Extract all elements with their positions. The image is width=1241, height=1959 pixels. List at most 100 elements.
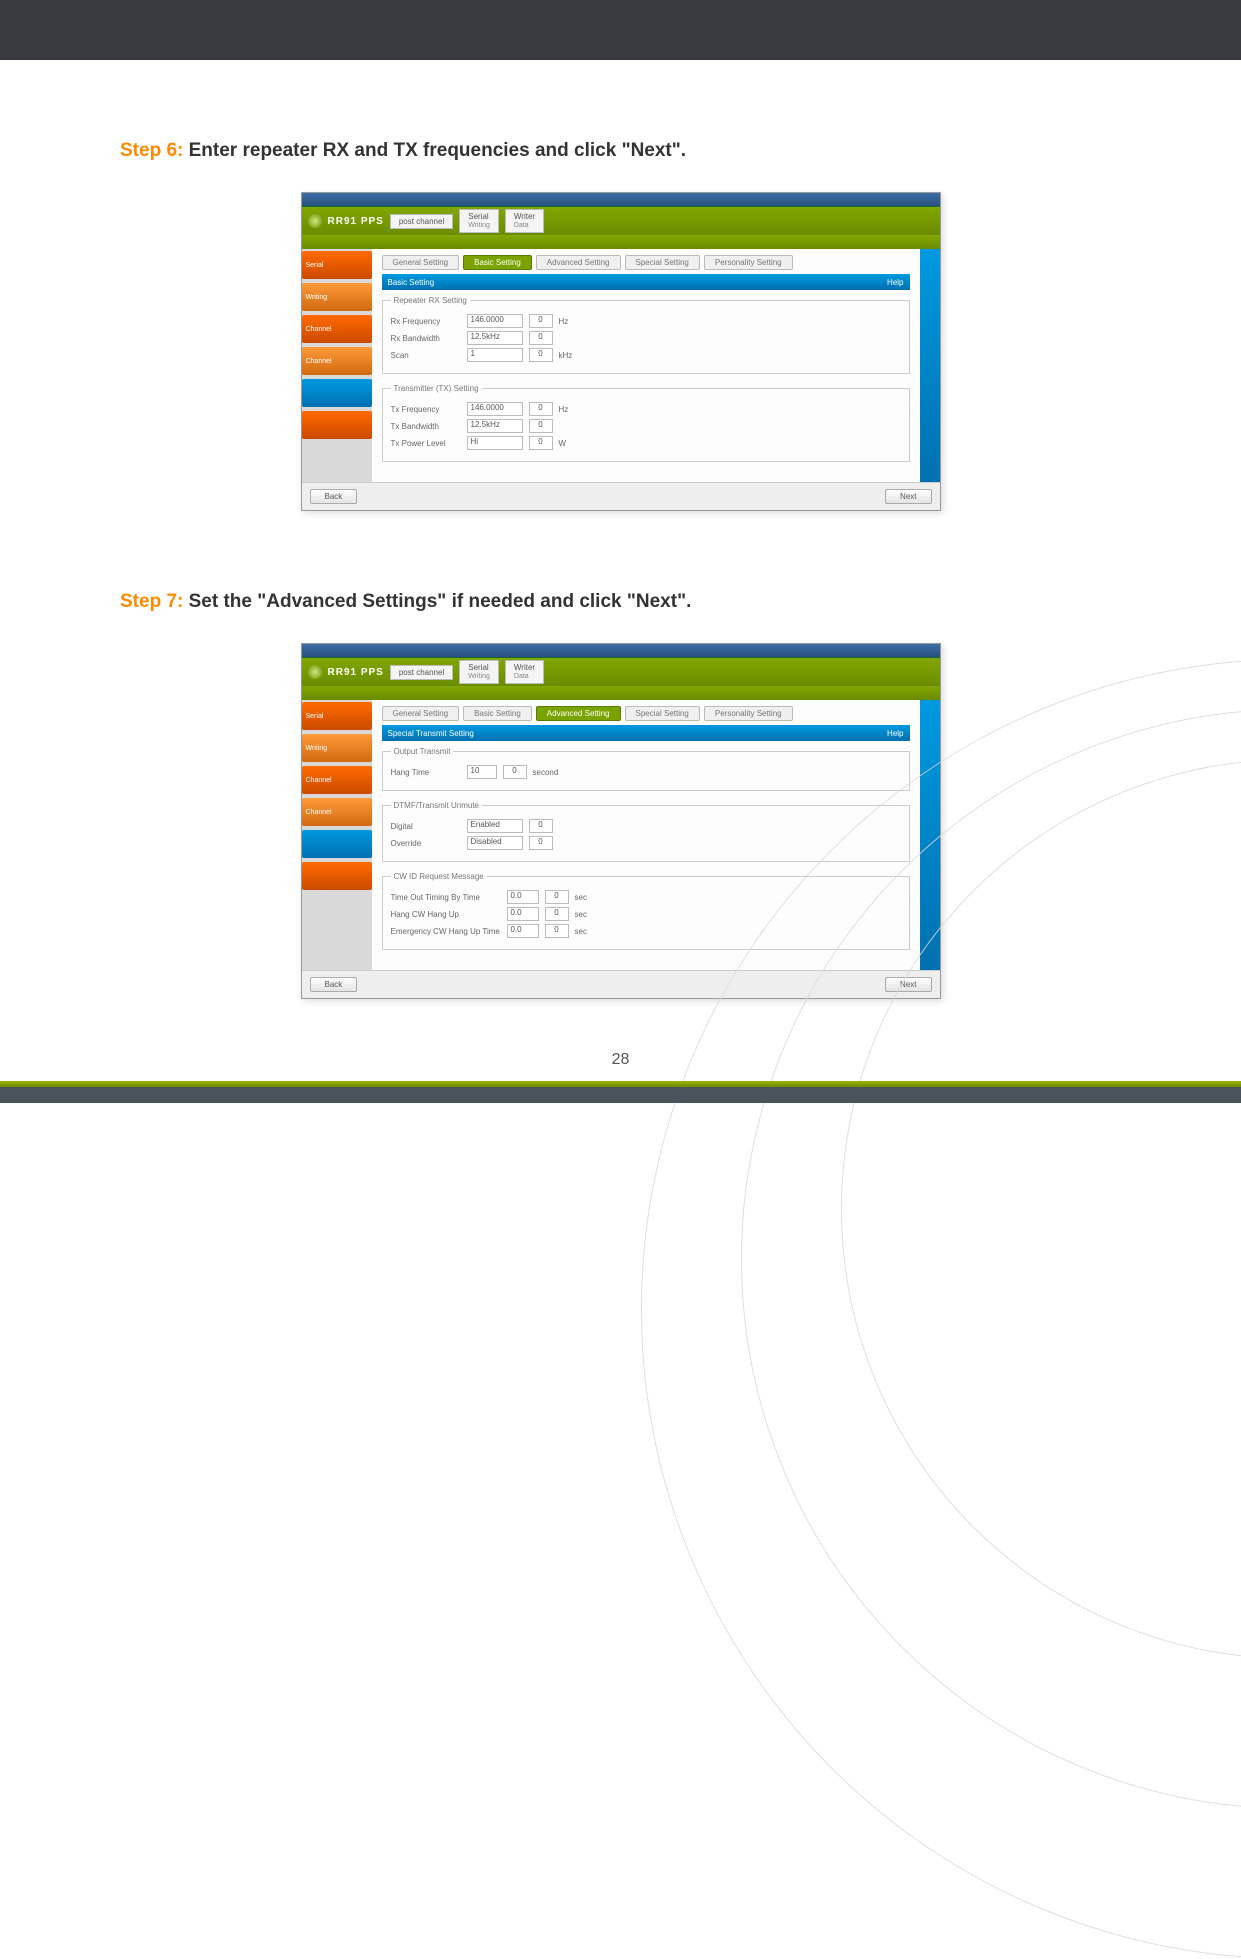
rx-freq-label: Rx Frequency: [391, 317, 461, 326]
app-brand: RR91 PPS: [328, 667, 384, 678]
step6-text: Enter repeater RX and TX frequencies and…: [183, 140, 686, 161]
header-tab-1[interactable]: post channel: [390, 665, 453, 680]
rx-freq-input[interactable]: 146.0000: [467, 314, 523, 328]
tx-freq-select[interactable]: 0: [529, 402, 553, 416]
tab-general[interactable]: General Setting: [382, 706, 460, 721]
cwid-r1-input[interactable]: 0.0: [507, 890, 539, 904]
section-bar: Special Transmit Setting Help: [382, 725, 910, 741]
header-tab-1-label: post channel: [399, 217, 444, 226]
cwid-r3-input[interactable]: 0.0: [507, 924, 539, 938]
header-tab-3-sub: Data: [514, 221, 535, 230]
next-button[interactable]: Next: [885, 489, 931, 504]
tx-freq-input[interactable]: 146.0000: [467, 402, 523, 416]
sidebar-item-2[interactable]: Channel: [302, 315, 372, 343]
rx-scan-unit: kHz: [559, 351, 583, 360]
sidebar-item-0[interactable]: Serial: [302, 702, 372, 730]
sidebar-item-5[interactable]: [302, 411, 372, 439]
rx-bw-input[interactable]: 12.5kHz: [467, 331, 523, 345]
header-tab-3-label: Writer: [514, 212, 535, 221]
section-title: Basic Setting: [388, 278, 435, 287]
out-tx-group: Output Transmit Hang Time 10 0 second: [382, 747, 910, 791]
sidebar: Serial Writing Channel Channel: [302, 700, 372, 970]
tx-pw-select[interactable]: 0: [529, 436, 553, 450]
sidebar-item-0[interactable]: Serial: [302, 251, 372, 279]
tx-row-2: Tx Bandwidth 12.5kHz 0: [391, 419, 901, 433]
rx-scan-label: Scan: [391, 351, 461, 360]
app-logo-icon: [308, 214, 322, 228]
tab-personality[interactable]: Personality Setting: [704, 706, 793, 721]
rx-scan-input[interactable]: 1: [467, 348, 523, 362]
sidebar-item-2[interactable]: Channel: [302, 766, 372, 794]
window-titlebar: [302, 193, 940, 207]
header-tab-3[interactable]: WriterData: [505, 660, 544, 684]
page-top-bar: [0, 0, 1241, 60]
sidebar-item-3[interactable]: Channel: [302, 347, 372, 375]
app-body: Serial Writing Channel Channel General S…: [302, 249, 940, 482]
back-button[interactable]: Back: [310, 489, 358, 504]
rx-bw-select[interactable]: 0: [529, 331, 553, 345]
back-button[interactable]: Back: [310, 977, 358, 992]
dtmf-title: DTMF/Transmit Unmute: [391, 801, 483, 810]
hang-time-input[interactable]: 10: [467, 765, 497, 779]
tab-basic[interactable]: Basic Setting: [463, 255, 532, 270]
right-rail: [920, 700, 940, 970]
sidebar-item-4[interactable]: [302, 379, 372, 407]
cwid-r2-input[interactable]: 0.0: [507, 907, 539, 921]
tx-bw-select[interactable]: 0: [529, 419, 553, 433]
cwid-r1-select[interactable]: 0: [545, 890, 569, 904]
tx-bw-input[interactable]: 12.5kHz: [467, 419, 523, 433]
tx-pw-input[interactable]: Hi: [467, 436, 523, 450]
next-button[interactable]: Next: [885, 977, 931, 992]
screenshot-7-wrap: RR91 PPS post channel SerialWriting Writ…: [120, 643, 1121, 999]
header-tab-3-sub: Data: [514, 672, 535, 681]
header-tab-1[interactable]: post channel: [390, 214, 453, 229]
section-help[interactable]: Help: [887, 729, 903, 738]
rx-scan-select[interactable]: 0: [529, 348, 553, 362]
screenshot-6: RR91 PPS post channel SerialWriting Writ…: [301, 192, 941, 511]
tx-pw-unit: W: [559, 439, 583, 448]
hang-time-select[interactable]: 0: [503, 765, 527, 779]
header-tab-2-sub: Writing: [468, 221, 490, 230]
window-titlebar: [302, 644, 940, 658]
header-tab-2[interactable]: SerialWriting: [459, 660, 499, 684]
screenshot-6-wrap: RR91 PPS post channel SerialWriting Writ…: [120, 192, 1121, 511]
sidebar-item-1[interactable]: Writing: [302, 734, 372, 762]
dtmf-digital-select[interactable]: 0: [529, 819, 553, 833]
tab-advanced[interactable]: Advanced Setting: [536, 255, 621, 270]
app-sub-header: [302, 686, 940, 700]
header-tab-2-sub: Writing: [468, 672, 490, 681]
cwid-r3-select[interactable]: 0: [545, 924, 569, 938]
cwid-r3-label: Emergency CW Hang Up Time: [391, 927, 501, 936]
dtmf-digital-input[interactable]: Enabled: [467, 819, 523, 833]
tab-basic[interactable]: Basic Setting: [463, 706, 532, 721]
app-header: RR91 PPS post channel SerialWriting Writ…: [302, 207, 940, 235]
tab-personality[interactable]: Personality Setting: [704, 255, 793, 270]
header-tab-2-label: Serial: [468, 212, 490, 221]
step7-label: Step 7:: [120, 591, 183, 612]
sidebar-item-1[interactable]: Writing: [302, 283, 372, 311]
cwid-r2-select[interactable]: 0: [545, 907, 569, 921]
tx-row-1: Tx Frequency 146.0000 0 Hz: [391, 402, 901, 416]
sidebar-item-4[interactable]: [302, 830, 372, 858]
dtmf-row-2: Override Disabled 0: [391, 836, 901, 850]
dtmf-row-1: Digital Enabled 0: [391, 819, 901, 833]
section-help[interactable]: Help: [887, 278, 903, 287]
dtmf-override-select[interactable]: 0: [529, 836, 553, 850]
tab-general[interactable]: General Setting: [382, 255, 460, 270]
cwid-row-2: Hang CW Hang Up 0.0 0 sec: [391, 907, 901, 921]
tab-advanced[interactable]: Advanced Setting: [536, 706, 621, 721]
dtmf-override-input[interactable]: Disabled: [467, 836, 523, 850]
sidebar-item-3[interactable]: Channel: [302, 798, 372, 826]
tab-special[interactable]: Special Setting: [625, 706, 700, 721]
rx-freq-select[interactable]: 0: [529, 314, 553, 328]
header-tab-2[interactable]: SerialWriting: [459, 209, 499, 233]
tab-special[interactable]: Special Setting: [625, 255, 700, 270]
document-page: Step 6: Enter repeater RX and TX frequen…: [0, 60, 1241, 1119]
screenshot-7: RR91 PPS post channel SerialWriting Writ…: [301, 643, 941, 999]
cwid-r2-label: Hang CW Hang Up: [391, 910, 501, 919]
out-tx-row: Hang Time 10 0 second: [391, 765, 901, 779]
right-rail: [920, 249, 940, 482]
tx-group: Transmitter (TX) Setting Tx Frequency 14…: [382, 384, 910, 462]
header-tab-3[interactable]: WriterData: [505, 209, 544, 233]
sidebar-item-5[interactable]: [302, 862, 372, 890]
